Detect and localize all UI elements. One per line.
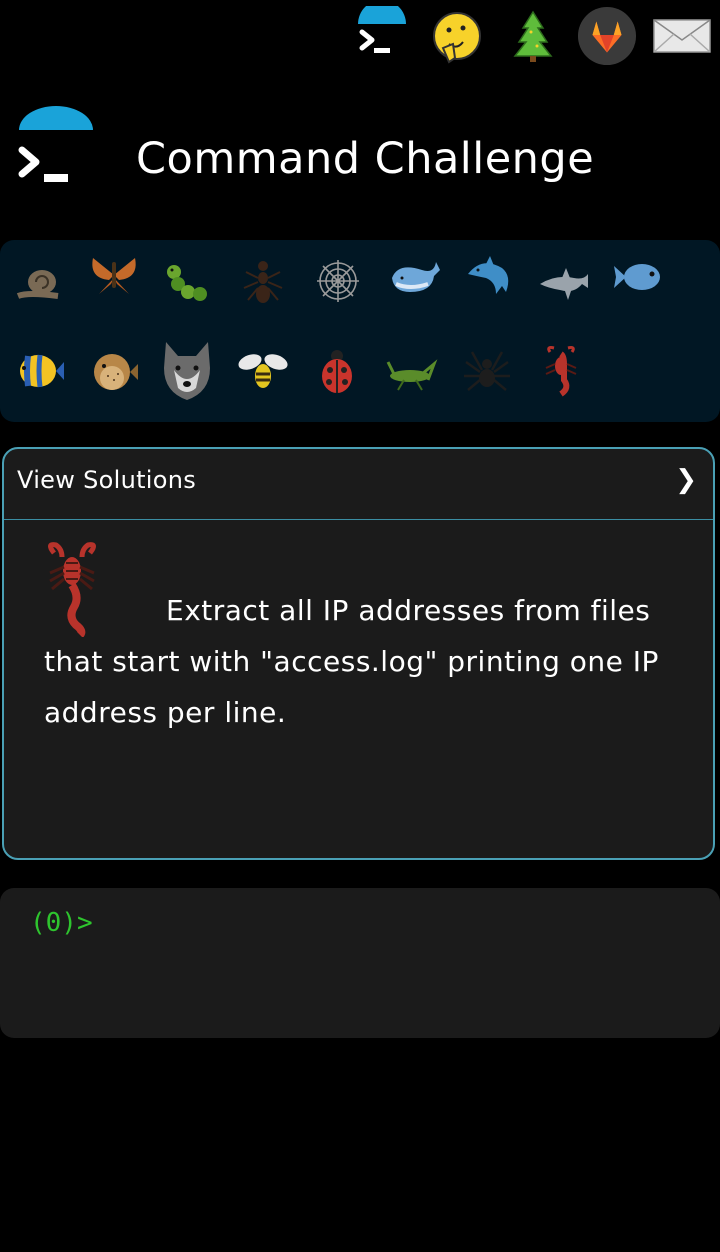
blowfish-icon[interactable] (86, 344, 140, 398)
scorpion-icon[interactable] (534, 344, 588, 398)
page-title: Command Challenge (136, 134, 595, 184)
ant-icon[interactable] (236, 254, 290, 308)
challenge-description: Extract all IP addresses from files that… (44, 594, 659, 729)
terminal-logo-icon[interactable] (16, 106, 96, 206)
mail-icon[interactable] (652, 6, 712, 66)
tropical-fish-icon[interactable] (12, 344, 66, 398)
view-solutions-label: View Solutions (17, 466, 197, 494)
butterfly-icon[interactable] (87, 248, 141, 302)
terminal-input-area[interactable]: (0)> (0, 888, 720, 1038)
spider-icon[interactable] (460, 344, 514, 398)
tree-icon[interactable] (503, 6, 563, 66)
header: Command Challenge (0, 100, 720, 220)
bee-icon[interactable] (236, 344, 290, 398)
wolf-icon[interactable] (160, 338, 214, 402)
view-solutions-toggle[interactable]: View Solutions ❯ (4, 449, 713, 520)
challenge-card: View Solutions ❯ Extract all IP addresse… (2, 447, 715, 860)
dolphin-icon[interactable] (462, 250, 516, 304)
gitlab-icon[interactable] (577, 6, 637, 66)
cricket-icon[interactable] (384, 344, 438, 398)
top-bar (0, 0, 720, 75)
ladybug-icon[interactable] (310, 344, 364, 398)
terminal-icon[interactable] (352, 6, 412, 66)
terminal-prompt: (0)> (30, 908, 93, 938)
snail-icon[interactable] (12, 254, 66, 308)
fish-icon[interactable] (612, 250, 666, 304)
caterpillar-icon[interactable] (162, 254, 216, 308)
whale-icon[interactable] (388, 248, 442, 302)
creature-progress-panel (0, 240, 720, 422)
shushing-face-icon[interactable] (427, 6, 487, 66)
chevron-right-icon: ❯ (675, 465, 697, 495)
dolphin-grey-icon[interactable] (538, 254, 592, 308)
spider-web-icon[interactable] (311, 254, 365, 308)
